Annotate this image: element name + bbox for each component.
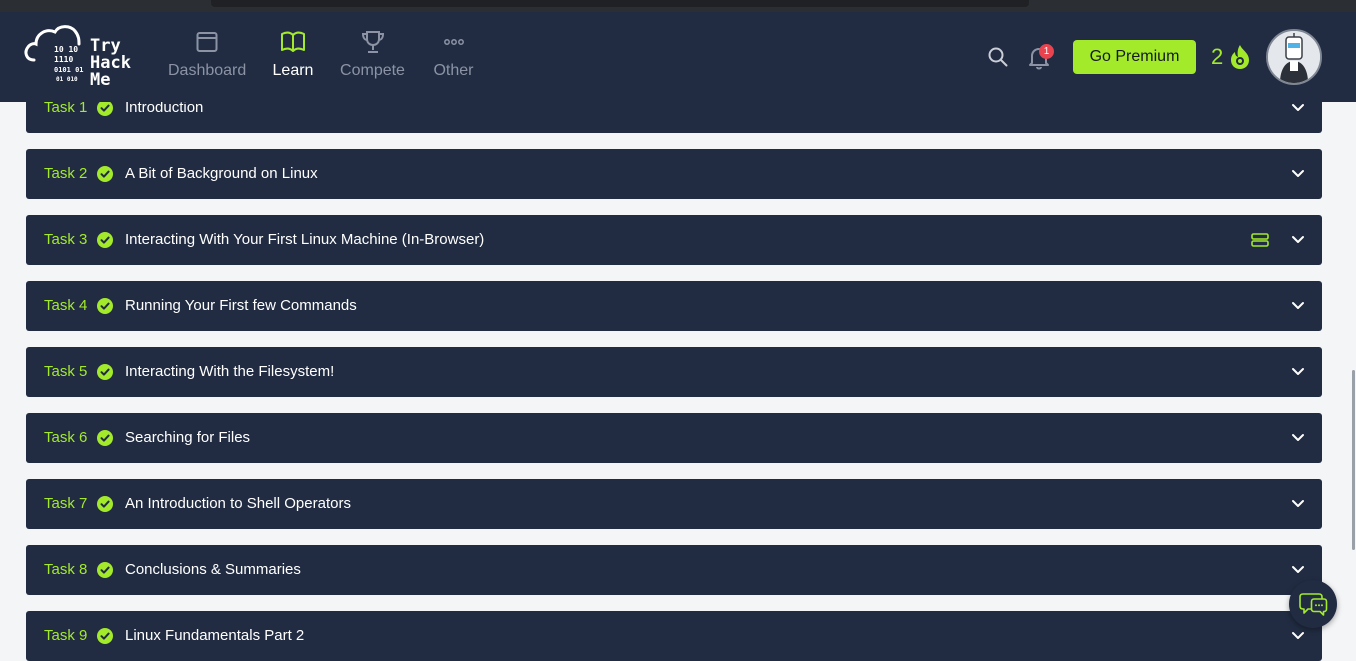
check-circle-icon [97, 562, 113, 578]
scrollbar-thumb[interactable] [1352, 370, 1355, 550]
task-title: Interacting With Your First Linux Machin… [125, 231, 485, 248]
nav-dashboard[interactable]: Dashboard [168, 28, 246, 80]
task-title: An Introduction to Shell Operators [125, 495, 351, 512]
task-number: Task 6 [44, 429, 88, 446]
logo-binary: 01 010 [56, 76, 78, 83]
chevron-down-icon[interactable] [1291, 102, 1305, 114]
task-number: Task 9 [44, 627, 88, 644]
task-number: Task 2 [44, 165, 88, 182]
task-row-5[interactable]: Task 5 Interacting With the Filesystem! [26, 347, 1322, 397]
nav-compete[interactable]: Compete [339, 28, 406, 80]
check-circle-icon [97, 364, 113, 380]
chevron-down-icon[interactable] [1291, 432, 1305, 444]
task-row-9[interactable]: Task 9 Linux Fundamentals Part 2 [26, 611, 1322, 661]
check-circle-icon [97, 430, 113, 446]
dots-icon [443, 39, 464, 45]
chevron-down-icon[interactable] [1291, 300, 1305, 312]
nav-label: Dashboard [168, 62, 247, 79]
chevron-down-icon[interactable] [1291, 168, 1305, 180]
trophy-icon [361, 31, 384, 53]
check-circle-icon [97, 166, 113, 182]
task-title: Linux Fundamentals Part 2 [125, 627, 305, 644]
task-title: Running Your First few Commands [125, 297, 357, 314]
check-circle-icon [97, 496, 113, 512]
check-circle-icon [97, 628, 113, 644]
nav-label: Learn [272, 62, 314, 79]
chat-button[interactable] [1289, 580, 1337, 628]
logo-binary: 10 10 [54, 45, 78, 54]
nav-label: Compete [340, 62, 405, 79]
task-number: Task 8 [44, 561, 88, 578]
check-circle-icon [97, 232, 113, 248]
chevron-down-icon[interactable] [1291, 234, 1305, 246]
robot-avatar-icon [1268, 31, 1320, 83]
user-avatar[interactable] [1266, 29, 1322, 85]
check-circle-icon [97, 100, 113, 116]
nav-label: Other [433, 62, 474, 79]
flame-icon [1231, 45, 1249, 69]
logo-binary: 1110 [54, 55, 73, 64]
cloud-logo-icon: 10 10 1110 0101 01 01 010 [24, 25, 84, 83]
window-icon [196, 32, 218, 52]
search-icon[interactable] [987, 46, 1009, 68]
top-navbar: 10 10 1110 0101 01 01 010 Try Hack Me Da… [0, 12, 1356, 102]
task-title: Searching for Files [125, 429, 251, 446]
chat-bubble-icon [1299, 593, 1328, 616]
task-row-4[interactable]: Task 4 Running Your First few Commands [26, 281, 1322, 331]
task-title: Interacting With the Filesystem! [125, 363, 335, 380]
task-row-3[interactable]: Task 3 Interacting With Your First Linux… [26, 215, 1322, 265]
task-number: Task 4 [44, 297, 88, 314]
chevron-down-icon[interactable] [1291, 366, 1305, 378]
logo-wordmark: Try Hack Me [90, 38, 131, 89]
book-icon [281, 31, 305, 52]
browser-top-strip [0, 0, 1356, 12]
notification-badge: 1 [1039, 44, 1054, 59]
logo-line: Me [90, 70, 111, 90]
logo-binary: 0101 01 [54, 66, 84, 74]
tryhackme-logo[interactable]: 10 10 1110 0101 01 01 010 Try Hack Me [24, 22, 144, 94]
chevron-down-icon[interactable] [1291, 564, 1305, 576]
browser-address-bar [211, 0, 1029, 7]
nav-learn[interactable]: Learn [272, 28, 314, 80]
server-icon [1251, 233, 1269, 247]
nav-other[interactable]: Other [432, 28, 475, 80]
task-row-8[interactable]: Task 8 Conclusions & Summaries [26, 545, 1322, 595]
page-scrollbar[interactable] [1349, 102, 1356, 645]
chevron-down-icon[interactable] [1291, 498, 1305, 510]
task-row-7[interactable]: Task 7 An Introduction to Shell Operator… [26, 479, 1322, 529]
task-number: Task 5 [44, 363, 88, 380]
go-premium-button[interactable]: Go Premium [1073, 40, 1196, 74]
task-title: Conclusions & Summaries [125, 561, 301, 578]
task-title: A Bit of Background on Linux [125, 165, 318, 182]
task-number: Task 3 [44, 231, 88, 248]
streak-count: 2 [1211, 44, 1224, 69]
task-number: Task 7 [44, 495, 88, 512]
check-circle-icon [97, 298, 113, 314]
task-row-6[interactable]: Task 6 Searching for Files [26, 413, 1322, 463]
task-row-2[interactable]: Task 2 A Bit of Background on Linux [26, 149, 1322, 199]
chevron-down-icon[interactable] [1291, 630, 1305, 642]
